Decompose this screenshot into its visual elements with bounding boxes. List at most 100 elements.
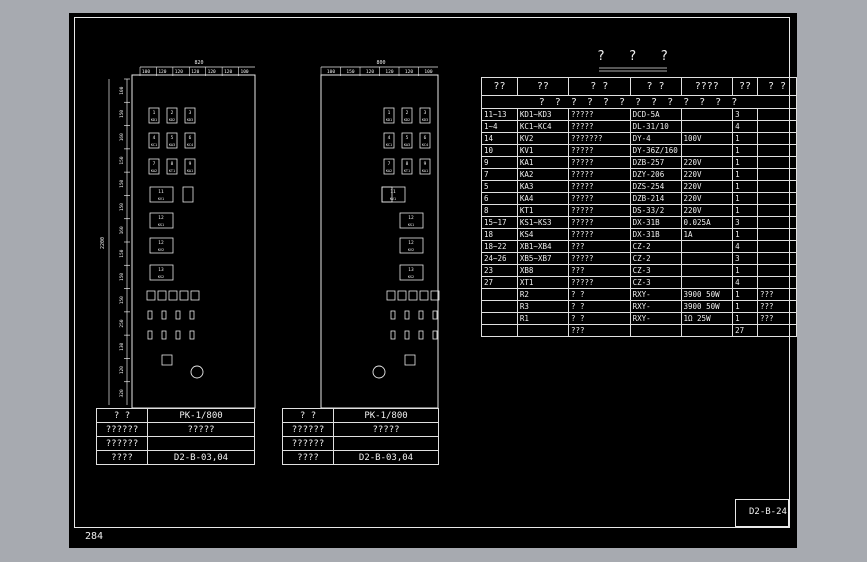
right-title-block: ? ? PK-1/800????????????????????? D2-B-03,…	[282, 408, 439, 465]
table-cell: 1	[732, 300, 759, 313]
relay-number: 8	[171, 161, 174, 167]
terminal-block	[404, 330, 410, 340]
right-dim-label: 120	[385, 69, 393, 75]
test-plug	[408, 290, 418, 301]
table-cell: 1	[732, 144, 759, 157]
test-plug	[190, 290, 200, 301]
table-cell: 5	[481, 180, 518, 193]
table-cell: KA2	[516, 168, 569, 181]
relay-code: KV1	[390, 197, 396, 201]
table-cell	[481, 324, 518, 337]
table-row: 7 KA2????? DZY-206 220V 1	[481, 168, 797, 181]
table-cell	[757, 120, 797, 133]
table-cell: ? ?	[567, 312, 631, 325]
relay-code: KA2	[386, 169, 392, 173]
table-cell: KS1~KS3	[516, 216, 569, 229]
left-vertical-dim: 320	[119, 389, 125, 397]
table-cell	[680, 324, 734, 337]
left-vertical-dim: 100	[119, 86, 125, 94]
title-block-row: ? ? PK-1/800	[96, 408, 255, 423]
terminal-block	[432, 310, 438, 320]
table-cell: 1	[732, 288, 759, 301]
test-plug	[168, 290, 178, 301]
table-cell: 9	[481, 156, 518, 169]
table-row: R2? ? RXY- 3900 50W 1???	[481, 288, 797, 301]
table-cell: 1	[732, 168, 759, 181]
relay-code: KC4	[422, 143, 428, 147]
left-vertical-dim: 150	[119, 249, 125, 257]
table-cell: ?????	[567, 192, 631, 205]
terminal-block	[161, 310, 167, 320]
table-row: ??? 27	[481, 324, 797, 337]
terminal-block	[418, 310, 424, 320]
table-cell: 1~4	[481, 120, 518, 133]
title-block-cell: PK-1/800	[333, 408, 439, 423]
table-cell: 3900 50W	[680, 288, 734, 301]
right-dim-label: 150	[346, 69, 354, 75]
table-cell	[757, 168, 797, 181]
title-block-row: ??????	[282, 436, 439, 451]
table-cell	[757, 132, 797, 145]
relay-number: 2	[406, 110, 409, 116]
table-cell: R3	[516, 300, 569, 313]
table-cell	[481, 288, 518, 301]
relay-number: 11	[158, 189, 164, 195]
relay-code: KA3	[404, 143, 410, 147]
test-plug	[397, 290, 407, 301]
title-block-cell: ????	[96, 450, 148, 465]
table-row: 27 XT1????? CZ-3 4	[481, 276, 797, 289]
relay-code: KA3	[169, 143, 175, 147]
drawing-sheet: 820 800 100 120 120 120 120 120 100 100 150 120 120 1…	[69, 13, 797, 548]
terminal-box	[404, 354, 416, 366]
parts-table-header: ??	[732, 77, 759, 96]
relay-number: 3	[189, 110, 192, 116]
title-block-row: ? ? PK-1/800	[282, 408, 439, 423]
table-cell: 3	[732, 252, 759, 265]
relay-code: KV1	[158, 197, 164, 201]
indicator-lamp	[190, 365, 204, 379]
table-cell	[757, 324, 797, 337]
table-cell: 1	[732, 204, 759, 217]
test-plug	[386, 290, 396, 301]
table-cell: 220V	[680, 204, 734, 217]
title-block-cell: ??????	[282, 436, 334, 451]
title-block-cell: ? ?	[96, 408, 148, 423]
title-block-cell: ????	[282, 450, 334, 465]
relay-number: 6	[189, 135, 192, 141]
table-cell: KV1	[516, 144, 569, 157]
table-cell: 100V	[680, 132, 734, 145]
left-vertical-dim: 150	[119, 110, 125, 118]
relay-code: KS2	[158, 275, 164, 279]
test-plug	[146, 290, 156, 301]
table-row: 1~4 KC1~KC4????? DL-31/10 4	[481, 120, 797, 133]
title-block-cell: ??????	[282, 422, 334, 437]
parts-table-header: ? ?	[567, 77, 631, 96]
table-cell: R1	[516, 312, 569, 325]
table-cell: ?????	[567, 168, 631, 181]
table-row: 11~13 KD1~KD3????? DCD-5A 3	[481, 108, 797, 121]
table-cell	[680, 276, 734, 289]
table-cell: ?????	[567, 252, 631, 265]
table-cell: CZ-2	[629, 252, 682, 265]
table-cell: DZB-214	[629, 192, 682, 205]
relay-number: 2	[171, 110, 174, 116]
table-cell: ???	[757, 312, 797, 325]
relay-code: KV2	[408, 248, 414, 252]
relay-number: 6	[424, 135, 427, 141]
left-vertical-dim: 120	[119, 366, 125, 374]
title-block-cell: D2-B-03,04	[147, 450, 255, 465]
relay-number: 7	[388, 161, 391, 167]
left-panel-outline	[131, 74, 256, 409]
relay-number: 1	[153, 110, 156, 116]
table-cell: 27	[481, 276, 518, 289]
table-cell	[757, 204, 797, 217]
parts-table: ????? ?? ???????? ?? ? ? ? ? ? ? ? ? ? ?…	[481, 77, 797, 337]
table-cell: ?????	[567, 120, 631, 133]
table-cell: DX-31B	[629, 228, 682, 241]
left-overall-height: 2200	[100, 237, 106, 249]
right-dim-label: 100	[327, 69, 335, 75]
left-dim-label: 120	[175, 69, 183, 75]
table-cell	[629, 324, 682, 337]
table-cell: 15~17	[481, 216, 518, 229]
relay-code: KA1	[422, 169, 428, 173]
